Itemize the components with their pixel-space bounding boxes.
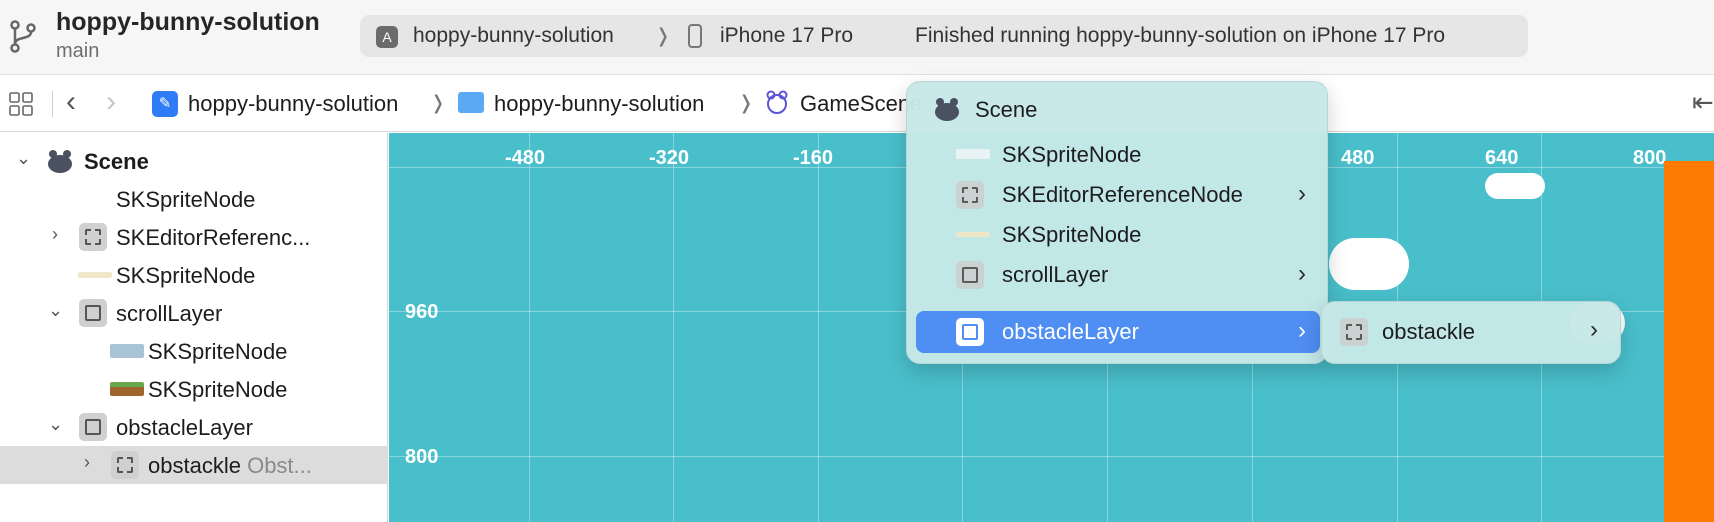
menu-item-label: obstacleLayer (1002, 319, 1139, 344)
menu-item-sprite-node[interactable]: SKSpriteNode (916, 134, 1320, 176)
grid-icon[interactable] (8, 91, 34, 117)
chevron-right-icon[interactable]: › (84, 452, 90, 473)
tree-label: SKSpriteNode (148, 377, 288, 402)
node-class: Obst... (247, 453, 312, 478)
tree-row-reference-node[interactable]: › SKEditorReferenc... (0, 218, 388, 256)
node-selection-menu: Scene SKSpriteNode SKEditorReferenceNode… (906, 81, 1328, 364)
tree-label: obstackle Obst... (148, 453, 312, 479)
tree-row-obstacle-layer[interactable]: ⌄ obstacleLayer (0, 408, 388, 446)
activity-viewer: A hoppy-bunny-solution ❭ iPhone 17 Pro F… (360, 15, 1528, 57)
menu-item-label: SKEditorReferenceNode (1002, 182, 1243, 207)
reference-node-icon (956, 181, 984, 209)
breadcrumb-folder[interactable]: hoppy-bunny-solution (494, 91, 704, 117)
tree-label: SKSpriteNode (116, 187, 256, 212)
tree-label: SKSpriteNode (148, 339, 288, 364)
sprite-thumbnail (956, 149, 990, 159)
submenu-item-obstackle[interactable]: obstackle (1382, 319, 1475, 345)
menu-item-obstacle-layer[interactable]: obstacleLayer › (916, 311, 1320, 353)
breadcrumb-file[interactable]: GameScene (800, 91, 922, 117)
menu-item-label: scrollLayer (1002, 262, 1109, 287)
chevron-right-icon: › (1298, 317, 1306, 344)
breadcrumb-separator: ❭ (655, 26, 671, 47)
y-tick-label: 960 (405, 301, 439, 323)
forward-button[interactable]: › (106, 85, 116, 119)
scene-icon (766, 90, 788, 114)
scheme-selector[interactable]: hoppy-bunny-solution (413, 24, 614, 48)
y-tick-label: 800 (405, 446, 439, 468)
run-destination-selector[interactable]: iPhone 17 Pro (720, 24, 853, 48)
layer-frame-icon (956, 261, 984, 289)
x-tick-label: 800 (1633, 147, 1667, 169)
tree-row-sprite-node[interactable]: SKSpriteNode (0, 180, 388, 218)
chevron-right-icon[interactable]: › (52, 224, 58, 245)
scene-icon (935, 98, 959, 121)
grid-line (529, 133, 530, 522)
cloud-sprite[interactable] (1329, 238, 1409, 290)
sprite-thumbnail (110, 344, 144, 358)
tree-label: obstacleLayer (116, 415, 253, 440)
chevron-down-icon[interactable]: ⌄ (48, 300, 63, 321)
sprite-thumbnail (956, 232, 990, 237)
scene-icon (48, 150, 72, 173)
project-title[interactable]: hoppy-bunny-solution (56, 8, 320, 37)
chevron-down-icon[interactable]: ⌄ (48, 414, 63, 435)
reference-node-icon (1340, 318, 1368, 346)
window-toolbar: hoppy-bunny-solution main A hoppy-bunny-… (0, 0, 1714, 74)
chevron-right-icon: › (1298, 260, 1306, 287)
toolbar-divider (52, 91, 53, 117)
chevron-right-icon: › (1590, 316, 1598, 343)
layer-frame-icon (956, 318, 984, 346)
layer-frame-icon (79, 299, 107, 327)
menu-item-sprite-node[interactable]: SKSpriteNode (916, 214, 1320, 256)
tree-row-sprite-node[interactable]: SKSpriteNode (0, 370, 388, 408)
x-tick-label: 640 (1485, 147, 1519, 169)
phone-icon (688, 24, 702, 48)
grid-line (673, 133, 674, 522)
breadcrumb-separator: ❭ (738, 93, 754, 114)
branch-icon (10, 20, 36, 53)
folder-icon (458, 92, 484, 113)
menu-item-scroll-layer[interactable]: scrollLayer › (916, 254, 1320, 296)
scheme-icon: A (376, 26, 398, 48)
tree-row-sprite-node[interactable]: SKSpriteNode (0, 332, 388, 370)
node-selection-submenu: obstackle › (1321, 301, 1621, 364)
tree-row-sprite-node[interactable]: SKSpriteNode (0, 256, 388, 294)
breadcrumb-separator: ❭ (430, 93, 446, 114)
scene-graph-navigator: ⌄ Scene SKSpriteNode › SKEditorReferenc.… (0, 133, 388, 522)
layer-frame-icon (79, 413, 107, 441)
x-tick-label: 480 (1341, 147, 1375, 169)
chevron-down-icon[interactable]: ⌄ (16, 148, 31, 169)
sprite-thumbnail (78, 272, 112, 278)
node-name: obstackle (148, 453, 241, 478)
sprite-thumbnail (110, 382, 144, 396)
collapse-icon[interactable]: ⇤ (1692, 87, 1714, 118)
grid-line (389, 456, 1714, 457)
tree-row-obstackle[interactable]: › obstackle Obst... (0, 446, 388, 484)
menu-title[interactable]: Scene (975, 97, 1037, 123)
tree-label: SKEditorReferenc... (116, 225, 311, 250)
grid-line (818, 133, 819, 522)
branch-label[interactable]: main (56, 40, 99, 63)
chevron-right-icon: › (1298, 180, 1306, 207)
tree-label: scrollLayer (116, 301, 223, 326)
cloud-sprite[interactable] (1485, 173, 1545, 199)
project-icon: ✎ (152, 91, 178, 117)
menu-item-label: SKSpriteNode (1002, 222, 1142, 247)
build-status-text: Finished running hoppy-bunny-solution on… (915, 24, 1446, 47)
tree-label: SKSpriteNode (116, 263, 256, 288)
tree-row-scene[interactable]: ⌄ Scene (0, 142, 388, 180)
x-tick-label: -480 (505, 147, 546, 169)
x-tick-label: -320 (649, 147, 690, 169)
x-tick-label: -160 (793, 147, 834, 169)
jump-bar: ‹ › ✎ hoppy-bunny-solution ❭ hoppy-bunny… (0, 74, 1714, 132)
tree-row-scroll-layer[interactable]: ⌄ scrollLayer (0, 294, 388, 332)
breadcrumb-project[interactable]: hoppy-bunny-solution (188, 91, 398, 117)
reference-node-icon (79, 223, 107, 251)
obstacle-sprite[interactable] (1664, 161, 1714, 522)
menu-item-reference-node[interactable]: SKEditorReferenceNode › (916, 174, 1320, 216)
back-button[interactable]: ‹ (66, 85, 76, 119)
reference-node-icon (111, 451, 139, 479)
menu-item-label: SKSpriteNode (1002, 142, 1142, 167)
tree-label: Scene (84, 149, 149, 174)
